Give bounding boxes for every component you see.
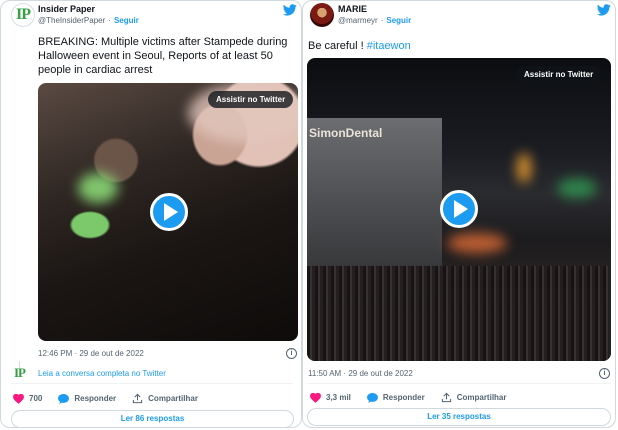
- author-name[interactable]: Insider Paper: [38, 4, 95, 14]
- share-label: Compartilhar: [148, 394, 198, 403]
- tweet-text: BREAKING: Multiple victims after Stamped…: [38, 36, 288, 76]
- share-icon: [441, 392, 451, 403]
- author-handle[interactable]: @TheInsiderPaper: [38, 16, 105, 25]
- reply-bubble-icon: [58, 393, 70, 404]
- author-handle[interactable]: @marmeyr: [338, 16, 378, 25]
- separator-dot: ·: [108, 16, 111, 25]
- insider-paper-avatar[interactable]: IP: [11, 3, 35, 27]
- reply-label: Responder: [382, 393, 425, 402]
- tweet-text-main: Be careful !: [308, 40, 367, 52]
- play-icon[interactable]: [150, 193, 188, 231]
- like-count: 700: [29, 394, 43, 403]
- like-action[interactable]: 3,3 mil: [310, 392, 351, 403]
- info-icon[interactable]: i: [599, 368, 610, 379]
- hashtag-link[interactable]: #itaewon: [367, 40, 411, 52]
- reply-action[interactable]: Responder: [366, 392, 425, 403]
- play-icon[interactable]: [440, 190, 478, 228]
- watch-on-twitter-button[interactable]: Assistir no Twitter: [208, 91, 294, 108]
- like-count: 3,3 mil: [326, 393, 351, 402]
- video-crowd: [307, 266, 611, 361]
- tweet-video[interactable]: Assistir no Twitter: [38, 83, 298, 341]
- share-action[interactable]: Compartilhar: [132, 393, 198, 404]
- separator-dot: ·: [380, 16, 384, 25]
- video-highlight: [517, 153, 531, 183]
- read-conversation-link[interactable]: Leia a conversa completa no Twitter: [38, 369, 166, 378]
- insider-paper-mini-avatar: IP: [14, 365, 26, 380]
- heart-icon: [13, 393, 24, 404]
- like-action[interactable]: 700: [13, 393, 43, 404]
- share-icon: [133, 393, 143, 404]
- tweet-actions: 700 Responder Compartilhar: [13, 393, 214, 404]
- info-icon[interactable]: i: [286, 348, 297, 359]
- share-label: Compartilhar: [456, 393, 507, 402]
- video-highlight: [447, 233, 507, 253]
- tweet-text: Be careful ! #itaewon: [308, 39, 411, 53]
- follow-button[interactable]: Seguir: [114, 16, 139, 25]
- tweet-card-insider-paper: IP Insider Paper @TheInsiderPaper · Seguir…: [0, 0, 302, 428]
- author-handle-row: @marmeyr · Seguir: [338, 16, 411, 25]
- watch-on-twitter-button[interactable]: Assistir no Twitter: [516, 66, 602, 83]
- tweet-actions: 3,3 mil Responder Compartilhar: [310, 392, 523, 403]
- follow-button[interactable]: Seguir: [386, 16, 411, 25]
- tweet-timestamp[interactable]: 11:50 AM · 29 de out de 2022: [308, 369, 413, 378]
- heart-icon: [310, 392, 321, 403]
- marie-avatar[interactable]: [310, 3, 334, 27]
- video-highlight: [557, 178, 597, 198]
- video-highlight: [78, 173, 118, 203]
- read-replies-button[interactable]: Ler 35 respostas: [307, 408, 611, 426]
- share-action[interactable]: Compartilhar: [441, 392, 507, 403]
- tweet-card-marie: MARIE @marmeyr · Seguir Be careful ! #itae…: [302, 0, 616, 428]
- video-sign-text: SimonDental: [309, 126, 383, 140]
- tweet-timestamp[interactable]: 12:46 PM · 29 de out de 2022: [38, 349, 144, 358]
- reply-action[interactable]: Responder: [58, 393, 117, 404]
- reply-label: Responder: [74, 394, 117, 403]
- read-replies-button[interactable]: Ler 86 respostas: [11, 410, 294, 428]
- divider: [11, 383, 293, 384]
- tweet-video[interactable]: SimonDental Assistir no Twitter: [307, 58, 611, 361]
- twitter-bird-icon[interactable]: [283, 4, 297, 16]
- reply-bubble-icon: [366, 392, 378, 403]
- author-name[interactable]: MARIE: [338, 4, 367, 14]
- divider: [307, 383, 611, 384]
- author-handle-row: @TheInsiderPaper · Seguir: [38, 16, 139, 25]
- twitter-bird-icon[interactable]: [597, 4, 611, 16]
